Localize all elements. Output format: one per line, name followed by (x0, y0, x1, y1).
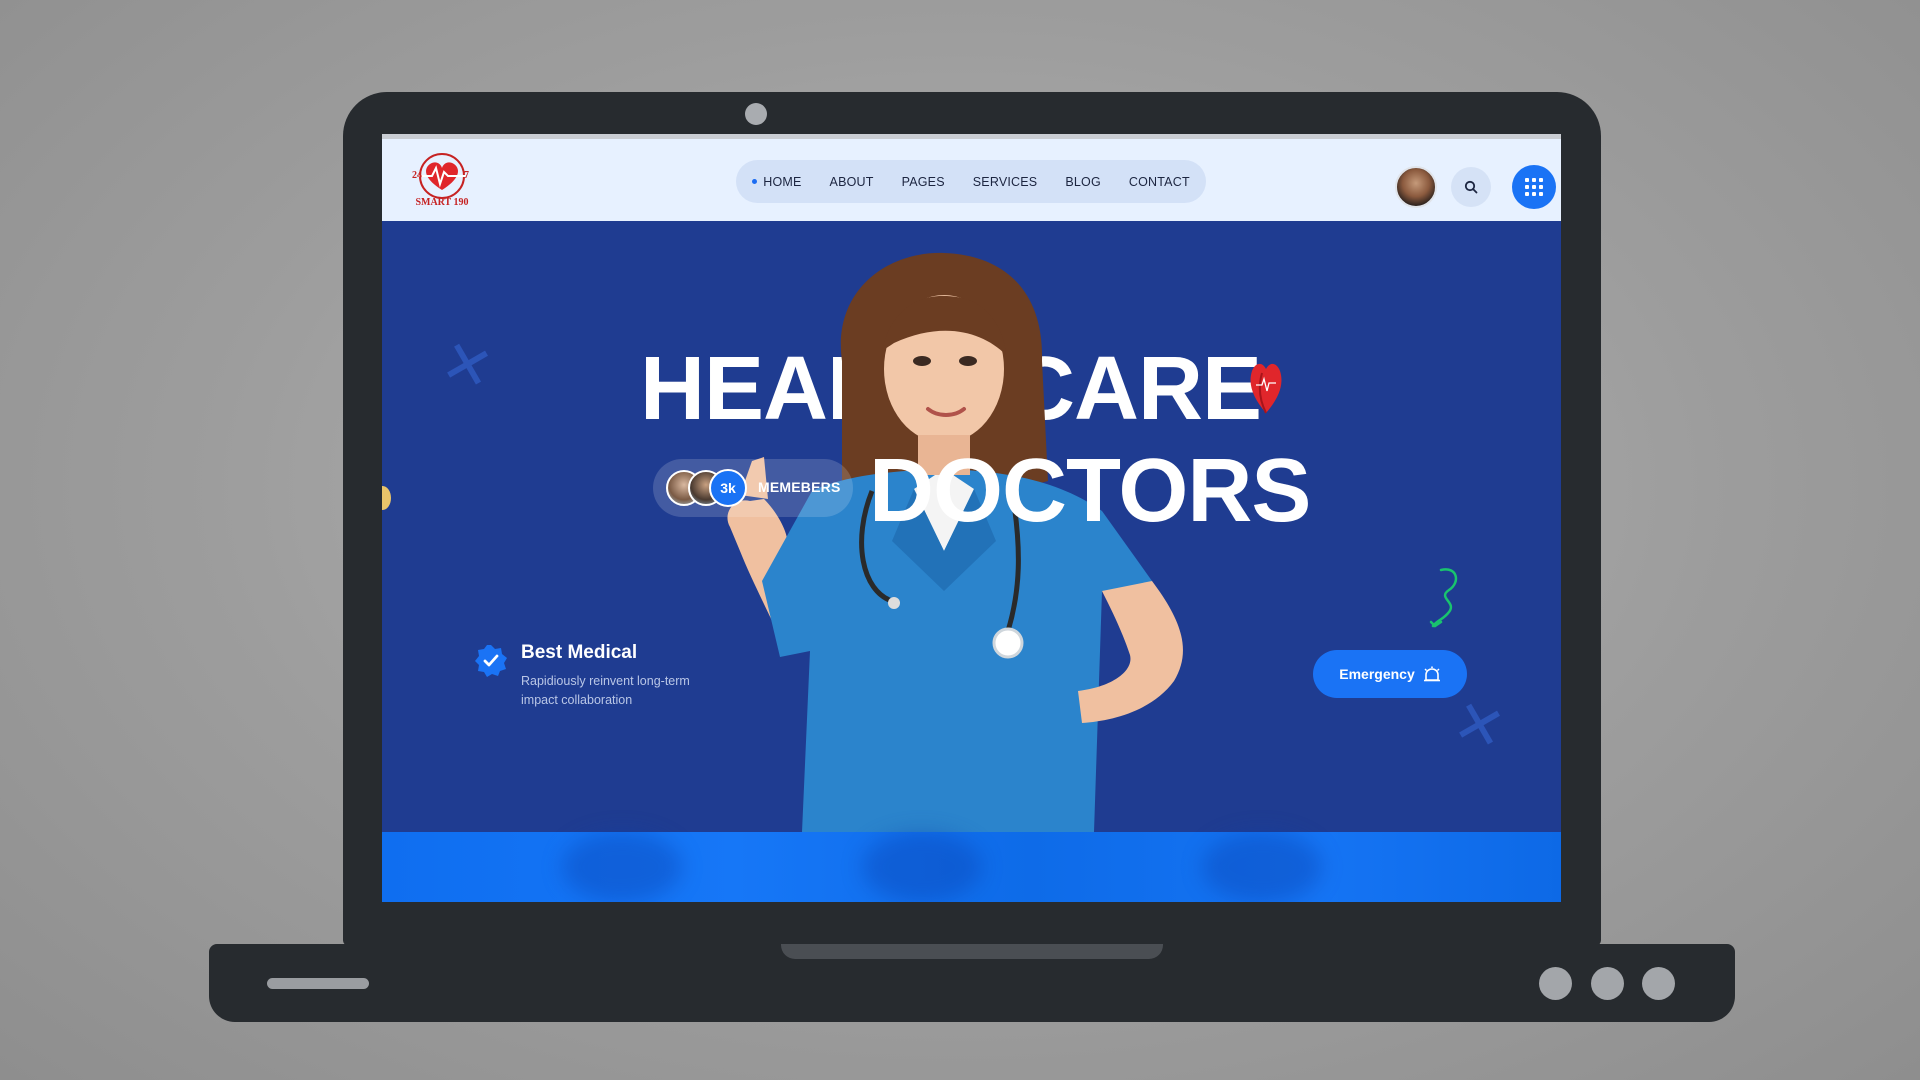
logo-right-text: 7 (464, 170, 469, 181)
laptop-slot (267, 978, 369, 989)
feature-title: Best Medical (521, 642, 638, 663)
hero-section: ✕ ✕ HEAL CARE 3k MEMEBERS DOCTORS Best M… (382, 221, 1561, 832)
grid-menu-button[interactable] (1512, 165, 1556, 209)
heart-icon (1250, 363, 1282, 414)
nav-item-about[interactable]: ABOUT (830, 175, 874, 189)
nav-item-label: BLOG (1065, 174, 1101, 189)
camera-icon (745, 103, 767, 125)
active-indicator (752, 179, 758, 184)
laptop-hinge (781, 944, 1163, 959)
laptop-dot (1642, 967, 1675, 1000)
cross-decoration-icon: ✕ (433, 325, 501, 407)
search-icon (1464, 180, 1478, 194)
nav-item-label: SERVICES (972, 174, 1038, 189)
headline-line-2: DOCTORS (869, 441, 1311, 541)
website-screen: 24 7 SMART 190 HOME ABOUT PAGES SERVICES… (382, 134, 1561, 902)
verified-badge-icon (475, 645, 507, 677)
grid-menu-icon (1532, 178, 1536, 182)
user-avatar[interactable] (1395, 166, 1437, 208)
nav-item-label: ABOUT (829, 174, 874, 189)
laptop-dot (1539, 967, 1572, 1000)
emergency-button[interactable]: Emergency (1313, 650, 1467, 698)
grid-menu-icon (1539, 185, 1543, 189)
nav-item-label: PAGES (901, 174, 945, 189)
grid-menu-icon (1532, 185, 1536, 189)
laptop-dot (1591, 967, 1624, 1000)
band-shadow-decoration (562, 832, 682, 902)
grid-menu-icon (1532, 192, 1536, 196)
main-nav: HOME ABOUT PAGES SERVICES BLOG CONTACT (736, 160, 1206, 203)
logo-name: SMART 190 (415, 197, 469, 208)
grid-menu-icon (1525, 178, 1529, 182)
site-header: 24 7 SMART 190 HOME ABOUT PAGES SERVICES… (382, 139, 1561, 221)
emergency-label: Emergency (1339, 666, 1415, 682)
grid-menu-icon (1525, 185, 1529, 189)
nav-item-pages[interactable]: PAGES (902, 175, 945, 189)
search-button[interactable] (1451, 167, 1491, 207)
nav-item-label: CONTACT (1128, 174, 1190, 189)
grid-menu-icon (1539, 178, 1543, 182)
members-badge[interactable]: 3k MEMEBERS (653, 459, 853, 517)
nav-item-home[interactable]: HOME (752, 175, 801, 189)
members-count: 3k (709, 469, 747, 507)
nav-item-label: HOME (763, 174, 802, 189)
band-shadow-decoration (862, 832, 982, 902)
squiggle-decoration-icon (1429, 568, 1458, 628)
grid-menu-icon (1539, 192, 1543, 196)
nav-item-contact[interactable]: CONTACT (1129, 175, 1190, 189)
band-shadow-decoration (1202, 832, 1322, 902)
cross-decoration-icon: ✕ (1445, 685, 1513, 767)
yellow-dot-decoration (382, 486, 391, 510)
alarm-bell-icon (1423, 666, 1440, 682)
doctor-image (727, 252, 1183, 832)
grid-menu-icon (1525, 192, 1529, 196)
logo-left-text: 24 (412, 170, 422, 181)
feature-description: Rapidiously reinvent long-term impact co… (521, 674, 690, 707)
nav-item-blog[interactable]: BLOG (1065, 175, 1101, 189)
nav-item-services[interactable]: SERVICES (973, 175, 1038, 189)
members-label: MEMEBERS (758, 479, 841, 495)
